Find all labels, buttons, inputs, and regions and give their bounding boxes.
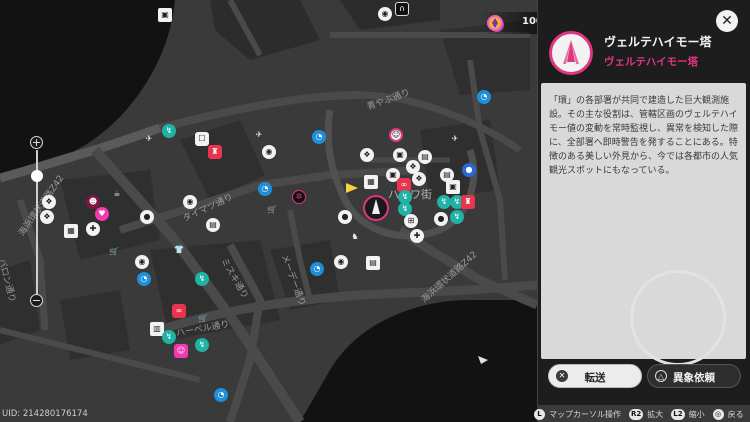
quest-marker[interactable]: ∞ [172,304,186,318]
coffee-marker[interactable]: ☕ [110,187,124,201]
vendor-marker[interactable]: ◔ [258,182,272,196]
shop-marker[interactable]: ▣ [446,180,460,194]
cart-marker[interactable]: 🛒 [107,245,121,259]
door-marker[interactable]: ∩ [395,2,409,16]
poi-title: ヴェルテハイモー塔 [604,35,712,49]
control-hint-label: マップカーソル操作 [549,409,621,419]
dining-marker[interactable]: ● [434,212,448,226]
bangboo-marker[interactable]: ☺ [174,344,188,358]
cluster-marker[interactable]: ✈ [448,132,462,146]
vendor-marker[interactable]: ◔ [477,90,491,104]
cluster-marker[interactable]: ☺ [389,128,403,142]
camera-marker[interactable]: ▣ [158,8,172,22]
poi-description: 「環」の各部署が共同で建造した巨大観測施設。その主な役割は、管轄区画のヴェルテハ… [549,96,739,176]
cluster-marker[interactable]: ❖ [40,210,54,224]
close-icon: ✕ [721,13,733,29]
poi-subtitle: ヴェルテハイモー塔 [604,56,699,68]
bird-marker[interactable]: ✈ [252,128,266,142]
teleport-marker[interactable]: ↯ [195,338,209,352]
control-hint-label: 拡大 [647,409,664,419]
heal-marker[interactable]: ✚ [410,229,424,243]
cart-marker[interactable]: 🛒 [196,312,210,326]
r2-key-icon: R2 [629,408,644,420]
cart-marker[interactable]: 🛒 [265,203,279,217]
control-hint-label: 縮小 [688,409,705,419]
watermark-emblem [630,270,726,366]
zoom-in-button[interactable]: + [30,136,43,149]
cluster-marker[interactable]: ▦ [64,224,78,238]
teleport-marker[interactable]: ↯ [162,124,176,138]
gear-marker[interactable]: ✲ [292,190,306,204]
control-hint-label: 戻る [727,409,744,419]
heal-marker[interactable]: ✚ [86,222,100,236]
tower-badge [549,31,593,75]
vendor-marker[interactable]: ◔ [312,130,326,144]
vendor-marker[interactable]: ◔ [214,388,228,402]
shop-marker[interactable]: ⊞ [404,214,418,228]
game-screen: 海浜環状道路Z42 バロン通り タイマツ通り ミスキ通り メーデー通り 青やぶ通… [0,0,750,422]
close-button[interactable]: ✕ [716,10,738,32]
vendor-marker[interactable]: ◔ [137,272,151,286]
anomaly-request-label: 異象依頼 [673,372,715,384]
cluster-marker[interactable]: ▣ [393,148,407,162]
transfer-button[interactable]: ✕ 転送 [548,364,642,388]
quest-marker[interactable]: ♜ [208,145,222,159]
dining-marker[interactable]: ● [140,210,154,224]
cluster-marker[interactable]: ▤ [418,150,432,164]
anomaly-request-button[interactable]: △ 異象依頼 [647,364,741,388]
l2-key-icon: L2 [671,408,685,420]
dining-marker[interactable]: ● [338,210,352,224]
camera-marker[interactable]: ◉ [334,255,348,269]
vendor-marker[interactable]: ● [462,163,476,177]
food-marker[interactable]: ▤ [206,218,220,232]
gem-icon [487,15,503,31]
music-marker[interactable]: ♞ [348,230,362,244]
circle-key-icon: ◎ [712,408,724,420]
teleport-marker[interactable]: ↯ [450,210,464,224]
left-stick-key-icon: L [534,408,545,420]
shirt-marker[interactable]: 👕 [172,243,186,257]
teleport-marker[interactable]: ↯ [162,330,176,344]
teleport-marker[interactable]: ↯ [195,272,209,286]
cluster-marker[interactable]: ❖ [412,172,426,186]
teleport-marker[interactable]: ↯ [437,195,451,209]
quest-marker[interactable]: ♜ [461,195,475,209]
camera-marker[interactable]: ◉ [183,195,197,209]
transfer-button-label: 転送 [584,372,606,384]
cluster-marker[interactable]: ❖ [42,195,56,209]
agent-marker[interactable]: ♥ [95,207,109,221]
shop-marker[interactable]: ☐ [195,132,209,146]
shop-marker[interactable]: ▤ [366,256,380,270]
user-id: UID: 214280176174 [2,409,88,419]
tower-icon [563,40,579,64]
bird-marker[interactable]: ✈ [142,132,156,146]
cluster-marker[interactable]: ❖ [360,148,374,162]
shop-marker[interactable]: ▦ [364,175,378,189]
camera-marker[interactable]: ◉ [135,255,149,269]
vendor-marker[interactable]: ◔ [310,262,324,276]
zoom-out-button[interactable]: − [30,294,43,307]
camera-marker[interactable]: ◉ [262,145,276,159]
control-hints: L マップカーソル操作 R2 拡大 L2 縮小 ◎ 戻る [534,407,744,421]
camera-marker[interactable]: ◉ [378,7,392,21]
